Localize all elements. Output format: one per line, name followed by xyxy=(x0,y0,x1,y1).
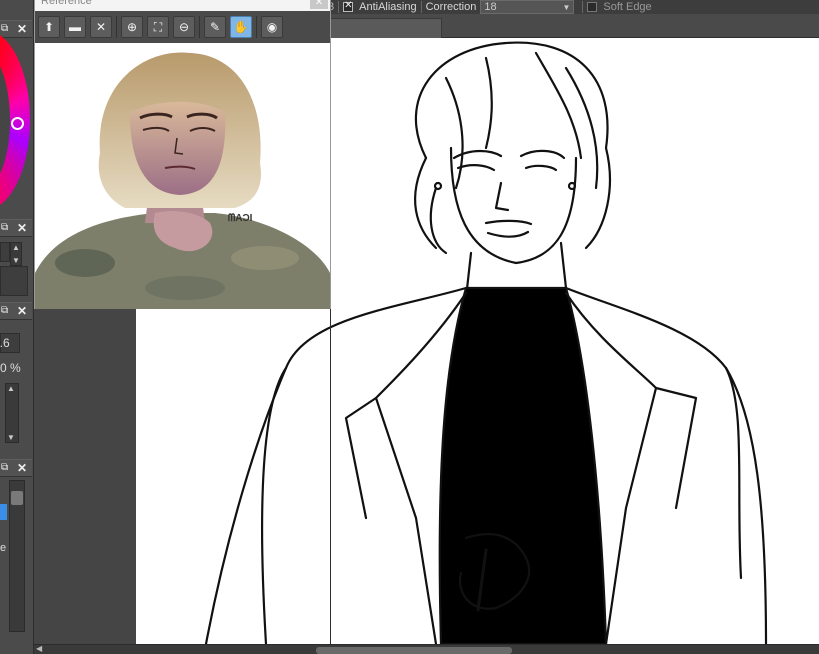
spin-up-icon[interactable]: ▲ xyxy=(12,243,20,252)
layer-scroll-thumb[interactable] xyxy=(11,491,23,505)
layer-selected-indicator[interactable] xyxy=(0,504,7,520)
scroll-left-icon[interactable]: ◀ xyxy=(36,644,42,653)
value-field[interactable] xyxy=(0,242,10,262)
hand-tool-icon[interactable]: ✋ xyxy=(230,16,252,38)
eyedropper-icon[interactable]: ✎ xyxy=(204,16,226,38)
divider xyxy=(256,16,257,38)
spin-down-icon[interactable]: ▼ xyxy=(12,256,20,265)
close-window-button[interactable]: ✕ xyxy=(310,0,328,9)
svg-text:ᗰAƆI: ᗰAƆI xyxy=(228,212,253,224)
brush-size-field[interactable]: 3.6 xyxy=(0,333,20,353)
close-image-icon[interactable]: ✕ xyxy=(90,16,112,38)
chevron-down-icon: ▼ xyxy=(562,2,571,12)
black-shirt xyxy=(438,286,608,644)
panel-header-2: ⧉ ✕ xyxy=(0,219,32,237)
divider xyxy=(199,16,200,38)
opacity-slider[interactable]: ▲ ▼ xyxy=(5,383,19,443)
fit-window-icon[interactable]: ⛶ xyxy=(147,16,169,38)
layer-scrollbar[interactable] xyxy=(9,480,25,632)
horizontal-scrollbar[interactable]: ◀ xyxy=(34,644,819,654)
hair-outline xyxy=(414,41,612,250)
soft-edge-label: Soft Edge xyxy=(603,1,652,13)
soft-edge-checkbox[interactable] xyxy=(587,2,598,12)
left-dock: ⧉ ✕ ⧉ ✕ ▲ ▼ ⧉ ✕ 3.6 0 % ▲ ▼ ⧉ ✕ xyxy=(0,0,34,654)
color-picker-handle[interactable] xyxy=(11,117,24,130)
tool-options-bar: 3 AntiAliasing Correction 18 ▼ Soft Edge xyxy=(328,0,819,14)
reference-image[interactable]: ᗰAƆI xyxy=(35,43,330,309)
value-spinner[interactable]: ▲ ▼ xyxy=(10,242,22,266)
app-window: ⧉ ✕ ⧉ ✕ ▲ ▼ ⧉ ✕ 3.6 0 % ▲ ▼ ⧉ ✕ xyxy=(0,0,819,654)
layer-panel-header: ⧉ ✕ xyxy=(0,459,32,477)
correction-dropdown[interactable]: 18 ▼ xyxy=(480,0,575,14)
opacity-value: 0 % xyxy=(0,361,21,375)
reference-window: Reference ✕ ⬆ ▬ ✕ ⊕ ⛶ ⊖ ✎ ✋ ◉ ᗰAƆI xyxy=(34,0,331,309)
divider xyxy=(116,16,117,38)
rotate-reset-icon[interactable]: ◉ xyxy=(261,16,283,38)
divider xyxy=(582,1,584,13)
color-panel-header: ⧉ ✕ xyxy=(0,20,32,38)
undock-icon[interactable]: ⧉ xyxy=(1,462,8,473)
close-panel-icon[interactable]: ✕ xyxy=(17,461,27,475)
slider-up-icon[interactable]: ▲ xyxy=(7,384,15,393)
undock-icon[interactable]: ⧉ xyxy=(1,305,8,316)
undock-icon[interactable]: ⧉ xyxy=(1,222,8,233)
correction-label: Correction xyxy=(425,1,477,13)
reference-toolbar: ⬆ ▬ ✕ ⊕ ⛶ ⊖ ✎ ✋ ◉ xyxy=(35,11,330,43)
undock-icon[interactable]: ⧉ xyxy=(1,23,8,34)
open-folder-icon[interactable]: ▬ xyxy=(64,16,86,38)
close-panel-icon[interactable]: ✕ xyxy=(17,22,27,36)
antialiasing-checkbox[interactable] xyxy=(343,0,354,12)
divider xyxy=(338,1,340,13)
slider-down-icon[interactable]: ▼ xyxy=(7,433,15,442)
document-tab-strip xyxy=(330,14,819,38)
reference-illustration: ᗰAƆI xyxy=(35,52,330,309)
document-tab[interactable] xyxy=(330,18,442,38)
brush-size-value: 3.6 xyxy=(0,336,10,350)
brush-panel-header: ⧉ ✕ xyxy=(0,302,32,320)
horizontal-scroll-thumb[interactable] xyxy=(316,647,512,654)
empty-field xyxy=(0,266,28,296)
correction-value: 18 xyxy=(484,1,497,13)
close-panel-icon[interactable]: ✕ xyxy=(17,304,27,318)
antialiasing-label: AntiAliasing xyxy=(359,1,417,13)
import-image-icon[interactable]: ⬆ xyxy=(38,16,60,38)
close-panel-icon[interactable]: ✕ xyxy=(17,221,27,235)
zoom-out-icon[interactable]: ⊖ xyxy=(173,16,195,38)
divider xyxy=(420,1,422,13)
zoom-in-icon[interactable]: ⊕ xyxy=(121,16,143,38)
layer-label-partial: e xyxy=(0,542,7,554)
reference-window-title[interactable]: Reference xyxy=(35,0,330,11)
